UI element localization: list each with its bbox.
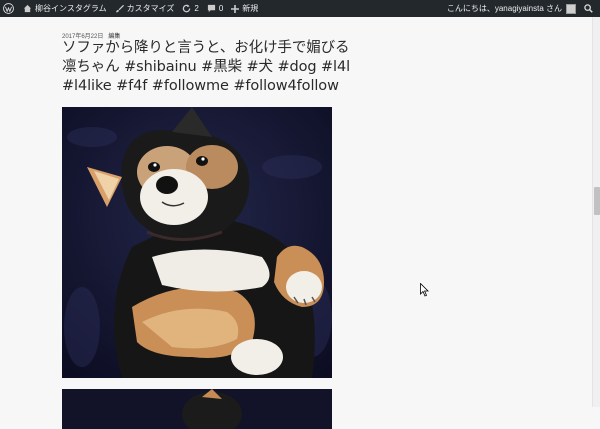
site-name: 柳谷インスタグラム [35, 4, 107, 13]
updates-icon [183, 4, 191, 13]
mouse-cursor-icon [420, 283, 429, 297]
comment-icon [207, 4, 215, 13]
search-icon [584, 4, 593, 13]
scrollbar-thumb[interactable] [594, 187, 600, 215]
home-icon [23, 4, 32, 13]
brush-icon [115, 4, 124, 13]
customize-link[interactable]: カスタマイズ [111, 0, 179, 17]
wordpress-logo-icon[interactable] [0, 0, 19, 17]
new-content-menu[interactable]: 新規 [227, 0, 262, 17]
admin-bar: 柳谷インスタグラム カスタマイズ 2 0 新規 こんにちは、yanagiyain… [0, 0, 600, 17]
my-account-menu[interactable]: こんにちは、yanagiyainsta さん [443, 0, 580, 17]
page-content: 2017年6月22日 編集 ソファから降りと言うと、お化け手で媚びる凛ちゃん #… [0, 17, 592, 429]
next-post-image[interactable] [62, 389, 332, 429]
avatar [566, 3, 576, 14]
post-title: ソファから降りと言うと、お化け手で媚びる凛ちゃん #shibainu #黒柴 #… [62, 40, 351, 94]
updates-count: 2 [194, 4, 199, 13]
page-scrollbar[interactable] [592, 17, 600, 407]
comments-link[interactable]: 0 [203, 0, 227, 17]
customize-label: カスタマイズ [126, 4, 175, 13]
greeting-text: こんにちは、yanagiyainsta さん [446, 4, 562, 13]
post-image[interactable] [62, 107, 332, 378]
site-name-menu[interactable]: 柳谷インスタグラム [19, 0, 111, 17]
plus-icon [231, 4, 240, 13]
updates-link[interactable]: 2 [178, 0, 202, 17]
comments-count: 0 [218, 4, 224, 13]
search-button[interactable] [580, 0, 600, 17]
new-label: 新規 [242, 4, 259, 13]
